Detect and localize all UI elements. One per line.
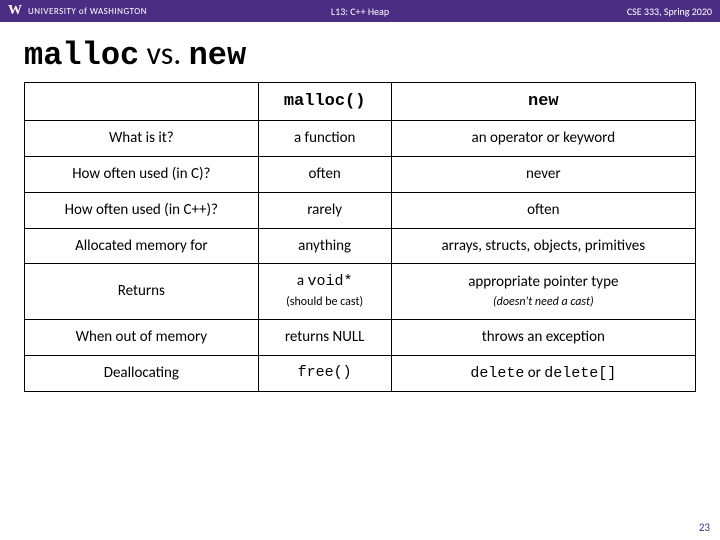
row-label: Allocated memory for — [25, 228, 259, 264]
cell-new: an operator or keyword — [391, 121, 695, 157]
cell-new: throws an exception — [391, 319, 695, 355]
cell-malloc: anything — [258, 228, 391, 264]
university-name: UNIVERSITY of WASHINGTON — [28, 6, 147, 17]
table-row: Allocated memory for anything arrays, st… — [25, 228, 696, 264]
dealloc-delete-arr: delete[] — [544, 365, 616, 382]
table-row: Returns a void* (should be cast) appropr… — [25, 264, 696, 320]
table-row: How often used (in C)? often never — [25, 157, 696, 193]
table-row: What is it? a function an operator or ke… — [25, 121, 696, 157]
cell-new: arrays, structs, objects, primitives — [391, 228, 695, 264]
header-malloc: malloc() — [258, 83, 391, 121]
cell-new: appropriate pointer type (doesn't need a… — [391, 264, 695, 320]
slide-title: malloc vs. new — [0, 22, 720, 82]
page-number: 23 — [699, 521, 710, 534]
title-code-new: new — [189, 37, 247, 74]
returns-new-main: appropriate pointer type — [468, 273, 618, 291]
comparison-table: malloc() new What is it? a function an o… — [24, 82, 696, 392]
cell-malloc: rarely — [258, 192, 391, 228]
dealloc-or: or — [524, 364, 544, 382]
table-row: How often used (in C++)? rarely often — [25, 192, 696, 228]
row-label: How often used (in C++)? — [25, 192, 259, 228]
returns-new-sub: (doesn't need a cast) — [493, 295, 594, 309]
returns-malloc-sub: (should be cast) — [286, 295, 363, 309]
table-header-row: malloc() new — [25, 83, 696, 121]
dealloc-delete: delete — [470, 365, 524, 382]
lecture-title: L13: C++ Heap — [331, 5, 389, 18]
cell-new: never — [391, 157, 695, 193]
table-row: When out of memory returns NULL throws a… — [25, 319, 696, 355]
uw-logo-icon: W — [8, 3, 22, 19]
cell-malloc: a function — [258, 121, 391, 157]
cell-new: often — [391, 192, 695, 228]
comparison-table-wrap: malloc() new What is it? a function an o… — [0, 82, 720, 392]
returns-malloc-main: a void* — [297, 272, 353, 290]
cell-new: delete or delete[] — [391, 355, 695, 392]
row-label: Deallocating — [25, 355, 259, 392]
table-row: Deallocating free() delete or delete[] — [25, 355, 696, 392]
title-code-malloc: malloc — [24, 37, 139, 74]
header-empty — [25, 83, 259, 121]
row-label: Returns — [25, 264, 259, 320]
header-bar: W UNIVERSITY of WASHINGTON L13: C++ Heap… — [0, 0, 720, 22]
cell-malloc: returns NULL — [258, 319, 391, 355]
row-label: When out of memory — [25, 319, 259, 355]
cell-malloc: a void* (should be cast) — [258, 264, 391, 320]
header-new: new — [391, 83, 695, 121]
title-vs: vs. — [139, 34, 188, 73]
row-label: What is it? — [25, 121, 259, 157]
cell-malloc: free() — [258, 355, 391, 392]
cell-malloc: often — [258, 157, 391, 193]
course-info: CSE 333, Spring 2020 — [627, 5, 712, 18]
row-label: How often used (in C)? — [25, 157, 259, 193]
brand: W UNIVERSITY of WASHINGTON — [8, 3, 147, 19]
